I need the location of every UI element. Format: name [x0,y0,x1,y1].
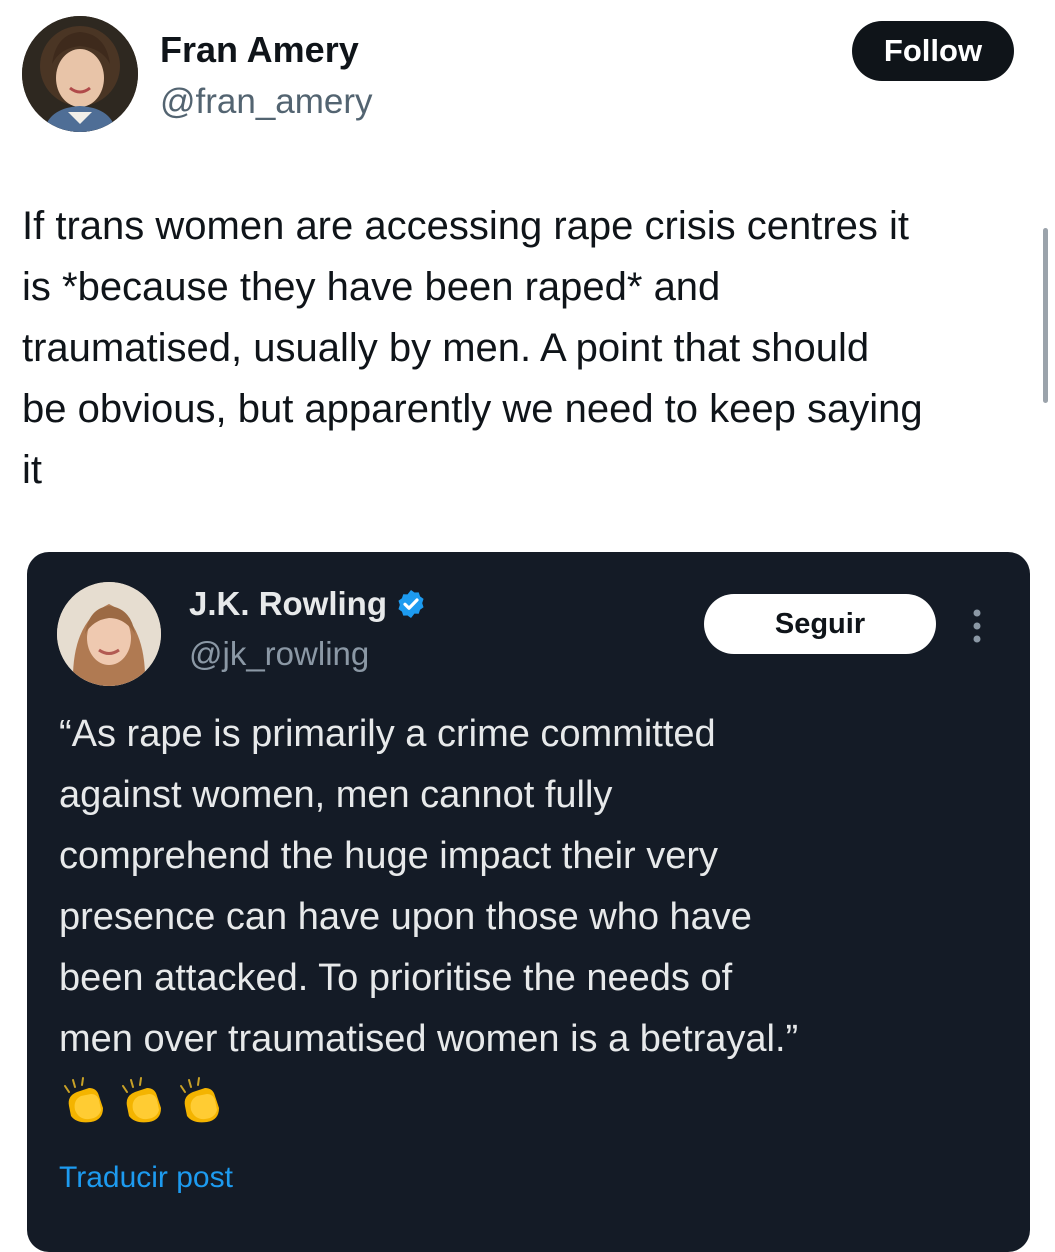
post-text-line: traumatised, usually by men. A point tha… [22,326,870,370]
post-text-line: it [22,448,42,492]
quoted-author-handle[interactable]: @jk_rowling [189,632,369,676]
verified-badge-icon [398,590,424,618]
quoted-text-line: “As rape is primarily a crime committed [59,713,716,755]
quoted-author-avatar[interactable] [57,582,161,686]
post-text-line: is *because they have been raped* and [22,265,721,309]
scrollbar[interactable] [1043,228,1048,403]
post-text-line: be obvious, but apparently we need to ke… [22,387,923,431]
clapping-hands-icon [64,1077,103,1123]
post-text-line: If trans women are accessing rape crisis… [22,204,910,248]
follow-button[interactable]: Seguir [704,594,936,654]
quoted-text-line: men over traumatised women is a betrayal… [59,1018,799,1060]
avatar-image [57,582,161,686]
author-name[interactable]: Fran Amery [160,28,359,72]
follow-button[interactable]: Follow [852,21,1014,81]
quoted-post-text: “As rape is primarily a crime committed … [59,704,1019,1070]
quoted-author-row: J.K. Rowling [189,582,427,626]
quoted-text-line: comprehend the huge impact their very [59,835,719,877]
quoted-post-card[interactable]: J.K. Rowling @jk_rowling Seguir “As rape… [27,552,1030,1252]
author-handle[interactable]: @fran_amery [160,80,373,124]
clapping-hands-icon [180,1077,219,1123]
more-options-icon[interactable] [964,606,990,646]
quoted-text-line: against women, men cannot fully [59,774,613,816]
post-text: If trans women are accessing rape crisis… [22,196,1032,501]
quoted-text-line: presence can have upon those who have [59,896,752,938]
quoted-text-line: been attacked. To prioritise the needs o… [59,957,733,999]
avatar-image [22,16,138,132]
quoted-author-name[interactable]: J.K. Rowling [189,582,387,626]
translate-post-link[interactable]: Traducir post [59,1156,233,1200]
emoji-row [59,1076,227,1128]
clapping-hands-icon [122,1077,161,1123]
author-avatar[interactable] [22,16,138,132]
